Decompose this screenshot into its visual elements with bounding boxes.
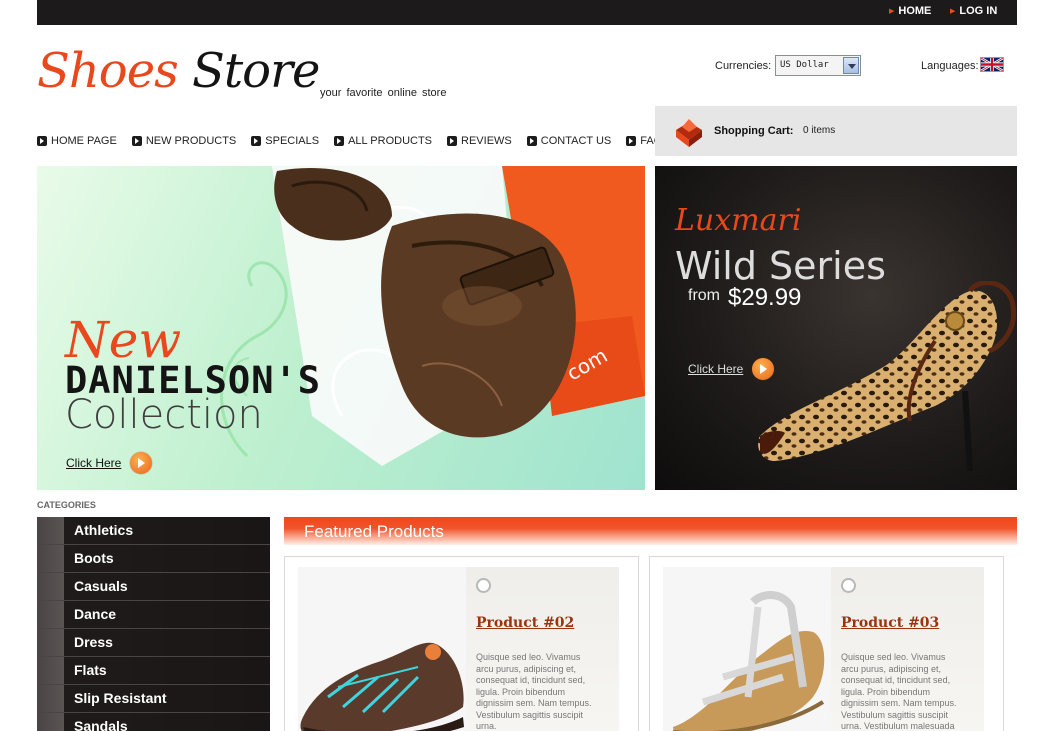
bullet-arrow-icon (37, 136, 47, 146)
shopping-cart-box[interactable]: Shopping Cart: 0 items (655, 106, 1017, 156)
home-link[interactable]: ▶ HOME (889, 5, 931, 17)
nav-label: ALL PRODUCTS (348, 135, 433, 147)
category-item-flats[interactable]: Flats (37, 657, 270, 685)
languages-label: Languages: (921, 60, 979, 72)
promo-banner-wild-series[interactable]: Luxmari Wild Series from $29.99 Click He… (655, 166, 1017, 490)
nav-specials[interactable]: SPECIALS (251, 135, 319, 147)
nav-label: CONTACT US (540, 135, 612, 147)
main-nav: HOME PAGE NEW PRODUCTS SPECIALS ALL PROD… (37, 135, 677, 147)
logo-word-store: Store (192, 43, 320, 99)
nav-new-products[interactable]: NEW PRODUCTS (131, 135, 237, 147)
product-card[interactable]: Product #02 Quisque sed leo. Vivamus arc… (284, 556, 639, 731)
banner-title: Wild Series (675, 244, 886, 288)
banner-from-label: from (688, 287, 720, 304)
featured-products-title: Featured Products (304, 522, 444, 541)
nav-label: NEW PRODUCTS (145, 135, 237, 147)
product-image[interactable] (663, 567, 833, 731)
nav-contact-us[interactable]: CONTACT US (526, 135, 612, 147)
product-info: Product #02 Quisque sed leo. Vivamus arc… (466, 567, 619, 731)
currency-select-value: US Dollar (780, 60, 829, 70)
category-label: Dance (74, 606, 117, 622)
cart-count: 0 items (803, 125, 836, 136)
tagline: your favorite online store (320, 87, 447, 99)
bullet-arrow-icon (251, 136, 262, 146)
arrow-icon: ▶ (950, 8, 956, 15)
product-name-link[interactable]: Product #02 (476, 615, 574, 631)
shoe-shopping-bag-image: com (272, 166, 645, 466)
promo-banner-danielsons[interactable]: com New DANIELSON'S Collection Click Her… (37, 166, 645, 490)
currencies-label: Currencies: (715, 60, 772, 72)
logo-word-shoes: Shoes (37, 43, 179, 99)
category-label: Boots (74, 550, 114, 566)
category-item-boots[interactable]: Boots (37, 545, 270, 573)
category-item-dress[interactable]: Dress (37, 629, 270, 657)
nav-home-page[interactable]: HOME PAGE (37, 135, 117, 147)
category-label: Dress (74, 634, 113, 650)
nav-reviews[interactable]: REVIEWS (447, 135, 512, 147)
shopping-bag-icon (676, 119, 702, 147)
banner-click-here-link[interactable]: Click Here (66, 456, 121, 470)
banner-collection: Collection (65, 392, 263, 438)
sandal-image (673, 591, 825, 731)
banner-brand: Luxmari (675, 203, 802, 238)
product-select-radio[interactable] (841, 578, 856, 593)
product-name-link[interactable]: Product #03 (841, 615, 939, 631)
category-label: Athletics (74, 522, 134, 538)
product-image[interactable] (298, 567, 468, 731)
bullet-arrow-icon (334, 136, 345, 146)
category-label: Slip Resistant (74, 690, 167, 706)
cart-label: Shopping Cart: (714, 125, 794, 137)
product-info: Product #03 Quisque sed leo. Vivamus arc… (831, 567, 984, 731)
categories-list: Athletics Boots Casuals Dance Dress Flat… (37, 517, 270, 731)
banner-price: $29.99 (728, 284, 802, 311)
login-link[interactable]: ▶ LOG IN (950, 5, 997, 17)
nav-label: REVIEWS (461, 135, 512, 147)
category-item-casuals[interactable]: Casuals (37, 573, 270, 601)
bullet-arrow-icon (447, 136, 458, 146)
bullet-arrow-icon (626, 136, 637, 146)
bullet-arrow-icon (131, 136, 142, 146)
product-card[interactable]: Product #03 Quisque sed leo. Vivamus arc… (649, 556, 1004, 731)
nav-all-products[interactable]: ALL PRODUCTS (334, 135, 432, 147)
category-label: Sandals (74, 718, 128, 731)
currency-select[interactable]: US Dollar (775, 55, 861, 76)
categories-title: CATEGORIES (37, 500, 96, 510)
nav-label: HOME PAGE (51, 135, 117, 147)
category-label: Flats (74, 662, 107, 678)
category-item-athletics[interactable]: Athletics (37, 517, 270, 545)
arrow-right-icon[interactable] (752, 358, 774, 380)
arrow-right-icon[interactable] (130, 452, 152, 474)
category-item-slip-resistant[interactable]: Slip Resistant (37, 685, 270, 713)
leopard-heel-image (758, 281, 1017, 472)
sneaker-image (300, 642, 464, 731)
category-label: Casuals (74, 578, 128, 594)
banner-click-here-link[interactable]: Click Here (688, 362, 743, 376)
top-bar: ▶ HOME ▶ LOG IN (37, 0, 1017, 25)
chevron-down-icon[interactable] (843, 57, 859, 74)
product-description: Quisque sed leo. Vivamus arcu purus, adi… (476, 652, 592, 731)
login-link-label: LOG IN (959, 5, 998, 17)
category-item-dance[interactable]: Dance (37, 601, 270, 629)
nav-label: SPECIALS (265, 135, 320, 147)
product-description: Quisque sed leo. Vivamus arcu purus, adi… (841, 652, 957, 731)
uk-flag-icon[interactable] (980, 57, 1004, 72)
store-logo[interactable]: Shoes Store (37, 43, 320, 99)
arrow-icon: ▶ (889, 8, 895, 15)
featured-products-header: Featured Products (284, 517, 1017, 545)
home-link-label: HOME (898, 5, 932, 17)
bullet-arrow-icon (526, 136, 537, 146)
product-select-radio[interactable] (476, 578, 491, 593)
